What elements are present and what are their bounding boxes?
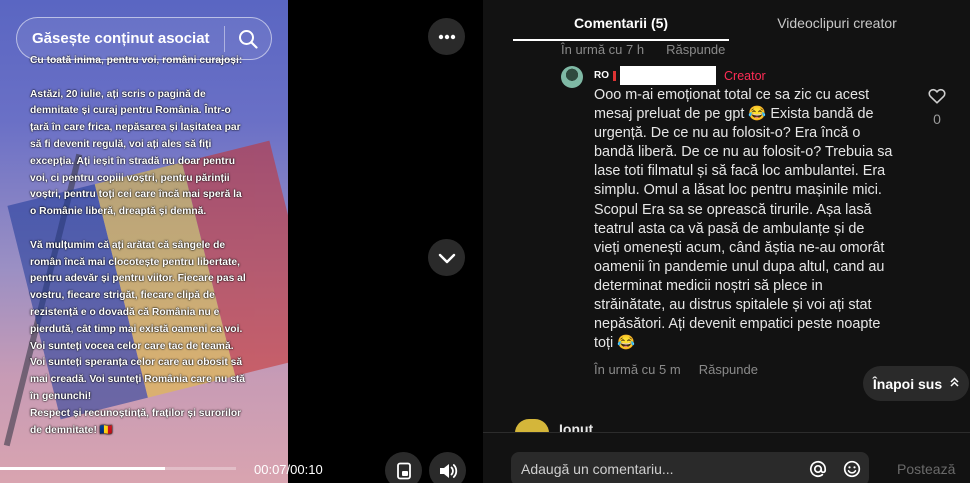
caption-line: demnitate și curaj pentru România. Într-… (30, 105, 231, 117)
comment-text-line: străinătate, au distrus spitalele și voi… (594, 297, 872, 314)
caption-line: să fi devenit regulă, voi ați ales să fi… (30, 138, 212, 150)
next-comment-avatar[interactable] (515, 419, 549, 433)
comment-author[interactable]: RO Creator (594, 66, 766, 85)
caption-line: pierdută, cât timp mai există oameni ca … (30, 323, 243, 335)
input-divider (483, 432, 970, 433)
chevron-up-icon (950, 377, 959, 390)
comment-input[interactable] (511, 461, 801, 477)
comment-text-line: oamenii în pandemie unul dupa altul, can… (594, 258, 885, 275)
caption-line: în genunchi! (30, 390, 92, 402)
previous-comment-meta: În urmă cu 7 h Răspunde (561, 42, 725, 57)
caption-line: Voi sunteți vocea celor care tac de team… (30, 340, 234, 352)
comment-time: În urmă cu 5 m (594, 362, 681, 377)
caption-line: o Românie liberă, dreaptă și demnă. (30, 206, 207, 218)
video-progress-bar[interactable] (0, 467, 236, 470)
caption-line: excepția. Ați ieșit în stradă nu doar pe… (30, 155, 236, 167)
video-player[interactable]: Cu toată inima, pentru voi, români curaj… (0, 0, 288, 483)
video-time-display: 00:07/00:10 (254, 462, 323, 477)
video-caption-text: Cu toată inima, pentru voi, români curaj… (30, 53, 248, 439)
chevron-down-icon (438, 253, 455, 263)
comment-input-box (511, 452, 869, 483)
creator-badge: Creator (724, 68, 766, 83)
caption-line: voi, ci pentru copiii voștri, pentru păr… (30, 172, 230, 184)
comments-panel: Comentarii (5) Videoclipuri creator În u… (483, 0, 970, 483)
back-to-top-label: Înapoi sus (872, 375, 943, 392)
caption-line: Voi sunteți speranța celor care au obosi… (30, 357, 243, 369)
comment-text-line: vieți omenești acum, când ăștia ne-au om… (594, 239, 885, 256)
caption-line: mai creadă. Voi sunteți România care nu … (30, 374, 245, 386)
related-content-search-label: Găsește conținut asociat (32, 30, 210, 47)
caption-line: rezistență e o dovadă că România nu e (30, 306, 220, 318)
picture-in-picture-icon (396, 462, 411, 479)
previous-comment-time: În urmă cu 7 h (561, 42, 645, 57)
flag-badge-icon (613, 70, 616, 81)
comment-text-line: nepăsători. Ați devenit empatici peste n… (594, 316, 881, 333)
comment-text-line: urgență. De ce nu au folosit-o? Era încă… (594, 125, 861, 142)
previous-comment-reply-link[interactable]: Răspunde (666, 42, 725, 57)
volume-icon (439, 463, 457, 478)
comment-text-line: mesaj preluat de pe gpt 😂 Exista bandă d… (594, 106, 874, 123)
comment-text-line: lase toti filmatul și să facă loc ambula… (594, 163, 886, 180)
comment-text-line: bandă liberă. De ce nu au folosit-o? Tre… (594, 144, 893, 161)
caption-line: de demnitate! 🇷🇴 (30, 424, 113, 436)
like-count: 0 (933, 111, 941, 127)
panel-tabs: Comentarii (5) Videoclipuri creator (513, 0, 945, 41)
comment-author-name: RO (594, 70, 609, 81)
avatar[interactable] (561, 66, 583, 88)
caption-spacer (30, 70, 248, 87)
caption-spacer (30, 221, 248, 238)
comment-text-line: teatrul asta ca vă pasă de ambulanțe și … (594, 220, 865, 237)
comment-text-line: simplu. Omul a lăsat loc pentru mașinile… (594, 182, 882, 199)
caption-line: vostru, fiecare strigăt, fiecare clipă d… (30, 290, 215, 302)
comment-text-line: Scopul Era sa se oprească tirurile. Așa … (594, 201, 872, 218)
related-content-search[interactable]: Găsește conținut asociat (16, 17, 272, 60)
comment-reply-link[interactable]: Răspunde (699, 362, 758, 377)
heart-icon (928, 88, 946, 104)
tab-comments[interactable]: Comentarii (5) (513, 0, 729, 41)
comment-text: Ooo m-ai emoționat total ce sa zic cu ac… (594, 86, 924, 353)
comment-text-line: determinat medicii noștri să plece in (594, 277, 823, 294)
caption-line: țară în care frica, nepăsarea și lașitat… (30, 122, 241, 134)
at-sign-icon (810, 460, 827, 478)
search-icon[interactable] (225, 17, 271, 60)
video-area: Cu toată inima, pentru voi, români curaj… (0, 0, 483, 483)
more-options-button[interactable] (428, 18, 465, 55)
caption-line: Respect și recunoștință, fraților și sur… (30, 407, 242, 419)
video-progress-fill (0, 467, 166, 470)
tiktok-video-page: Cu toată inima, pentru voi, români curaj… (0, 0, 970, 483)
more-dots-icon (438, 34, 455, 39)
caption-line: Vă mulțumim că ați arătat că sângele de (30, 239, 226, 251)
volume-button[interactable] (429, 452, 466, 483)
caption-line: Astăzi, 20 iulie, ați scris o pagină de (30, 88, 206, 100)
caption-line: român încă mai clocotește pentru liberta… (30, 256, 241, 268)
emoji-button[interactable] (835, 452, 869, 483)
caption-line: voștri, pentru toți cei care încă mai sp… (30, 189, 242, 201)
back-to-top-button[interactable]: Înapoi sus (863, 366, 969, 401)
next-video-button[interactable] (428, 239, 465, 276)
post-comment-button[interactable]: Postează (897, 461, 955, 477)
like-button[interactable]: 0 (924, 88, 950, 127)
redacted-username (620, 66, 716, 85)
comment-meta: În urmă cu 5 m Răspunde (594, 362, 758, 377)
comment-text-line: Ooo m-ai emoționat total ce sa zic cu ac… (594, 87, 870, 103)
caption-line: pentru adevăr și pentru viitor. Fiecare … (30, 273, 246, 285)
comment-text-line: toți 😂 (594, 335, 636, 352)
picture-in-picture-button[interactable] (385, 452, 422, 483)
mention-button[interactable] (801, 452, 835, 483)
emoji-icon (843, 460, 861, 478)
tab-creator-videos[interactable]: Videoclipuri creator (729, 0, 945, 41)
